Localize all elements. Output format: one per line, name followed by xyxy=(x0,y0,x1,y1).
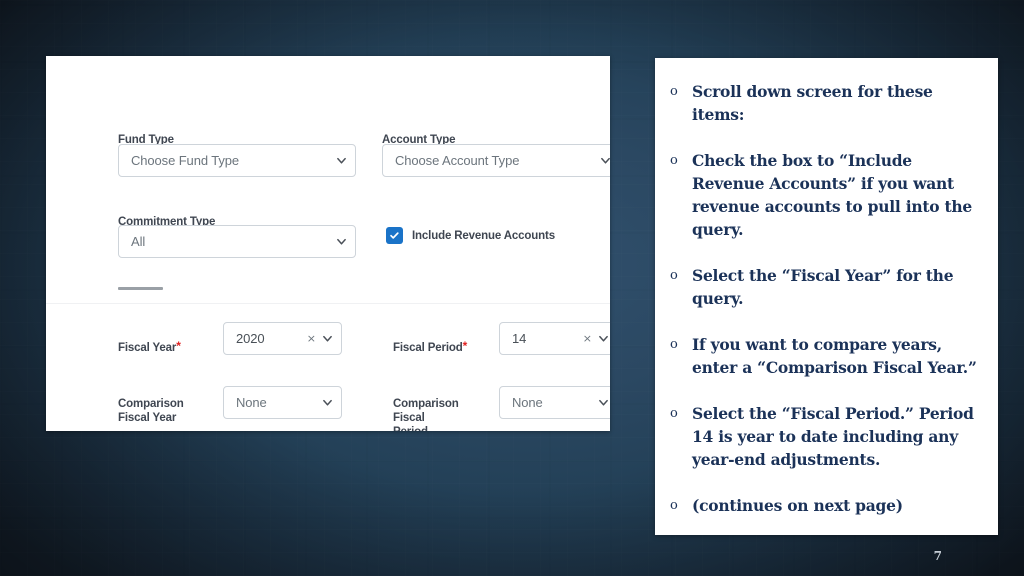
chevron-down-icon[interactable] xyxy=(598,333,609,344)
list-item: o Select the “Fiscal Year” for the query… xyxy=(668,264,988,310)
comparison-fiscal-year-value: None xyxy=(236,395,267,410)
chevron-down-icon[interactable] xyxy=(600,155,610,166)
chevron-down-icon[interactable] xyxy=(322,333,333,344)
comparison-fiscal-period-label-text: Comparison Fiscal Period xyxy=(393,398,459,431)
slide: Fund Type Choose Fund Type Account Type … xyxy=(0,0,1024,576)
list-item: o Select the “Fiscal Period.” Period 14 … xyxy=(668,402,988,471)
include-revenue-accounts-label: Include Revenue Accounts xyxy=(412,229,555,242)
bullet-marker-icon: o xyxy=(670,406,678,421)
fiscal-period-value: 14 xyxy=(512,331,527,346)
list-item-text: Scroll down screen for these items: xyxy=(692,82,933,124)
list-item: o If you want to compare years, enter a … xyxy=(668,333,988,379)
form-inner: Fund Type Choose Fund Type Account Type … xyxy=(46,56,610,431)
bullet-marker-icon: o xyxy=(670,153,678,168)
page-number: 7 xyxy=(933,549,942,563)
chevron-down-icon[interactable] xyxy=(322,397,333,408)
list-item-text: Select the “Fiscal Period.” Period 14 is… xyxy=(692,404,974,469)
bullet-marker-icon: o xyxy=(670,498,678,513)
bullet-marker-icon: o xyxy=(670,337,678,352)
list-item: o Scroll down screen for these items: xyxy=(668,80,988,126)
comparison-fiscal-year-label-text: Comparison Fiscal Year xyxy=(118,398,184,424)
fiscal-period-select[interactable]: 14 × xyxy=(499,322,610,355)
section-divider-stub xyxy=(118,287,163,290)
fiscal-year-label: Fiscal Year* xyxy=(118,327,181,355)
fiscal-year-select[interactable]: 2020 × xyxy=(223,322,342,355)
fiscal-period-label-text: Fiscal Period xyxy=(393,342,463,354)
chevron-down-icon[interactable] xyxy=(336,155,347,166)
account-type-value: Choose Account Type xyxy=(395,153,520,168)
comparison-fiscal-period-label: Comparison Fiscal Period xyxy=(393,383,459,431)
list-item-text: Select the “Fiscal Year” for the query. xyxy=(692,266,954,308)
clear-selection-icon[interactable]: × xyxy=(583,333,592,344)
list-item-text: Check the box to “Include Revenue Accoun… xyxy=(692,151,973,239)
fiscal-year-value: 2020 xyxy=(236,331,265,346)
commitment-type-select[interactable]: All xyxy=(118,225,356,258)
fund-type-value: Choose Fund Type xyxy=(131,153,240,168)
fiscal-year-label-text: Fiscal Year xyxy=(118,342,177,354)
instructions-bullet-list: o Scroll down screen for these items: o … xyxy=(668,80,988,517)
clear-selection-icon[interactable]: × xyxy=(307,333,316,344)
instructions-card: o Scroll down screen for these items: o … xyxy=(655,58,998,535)
comparison-fiscal-period-value: None xyxy=(512,395,543,410)
fund-type-label: Fund Type xyxy=(118,119,174,147)
section-divider xyxy=(46,303,610,304)
account-type-label: Account Type xyxy=(382,119,456,147)
chevron-down-icon[interactable] xyxy=(336,236,347,247)
account-type-select[interactable]: Choose Account Type xyxy=(382,144,610,177)
bullet-marker-icon: o xyxy=(670,84,678,99)
list-item: o Check the box to “Include Revenue Acco… xyxy=(668,149,988,241)
fund-query-form-screenshot: Fund Type Choose Fund Type Account Type … xyxy=(46,56,610,431)
comparison-fiscal-year-select[interactable]: None xyxy=(223,386,342,419)
fiscal-period-label: Fiscal Period* xyxy=(393,327,467,355)
required-marker-icon: * xyxy=(176,339,181,353)
bullet-marker-icon: o xyxy=(670,268,678,283)
commitment-type-value: All xyxy=(131,234,146,249)
comparison-fiscal-period-select[interactable]: None xyxy=(499,386,610,419)
list-item-text: (continues on next page) xyxy=(692,496,903,515)
comparison-fiscal-year-label: Comparison Fiscal Year xyxy=(118,383,184,425)
list-item-text: If you want to compare years, enter a “C… xyxy=(692,335,977,377)
fund-type-select[interactable]: Choose Fund Type xyxy=(118,144,356,177)
required-marker-icon: * xyxy=(462,339,468,353)
checkbox-checked-icon[interactable] xyxy=(386,227,403,244)
chevron-down-icon[interactable] xyxy=(598,397,609,408)
list-item: o (continues on next page) xyxy=(668,494,988,517)
include-revenue-accounts-checkbox-row[interactable]: Include Revenue Accounts xyxy=(386,227,555,244)
